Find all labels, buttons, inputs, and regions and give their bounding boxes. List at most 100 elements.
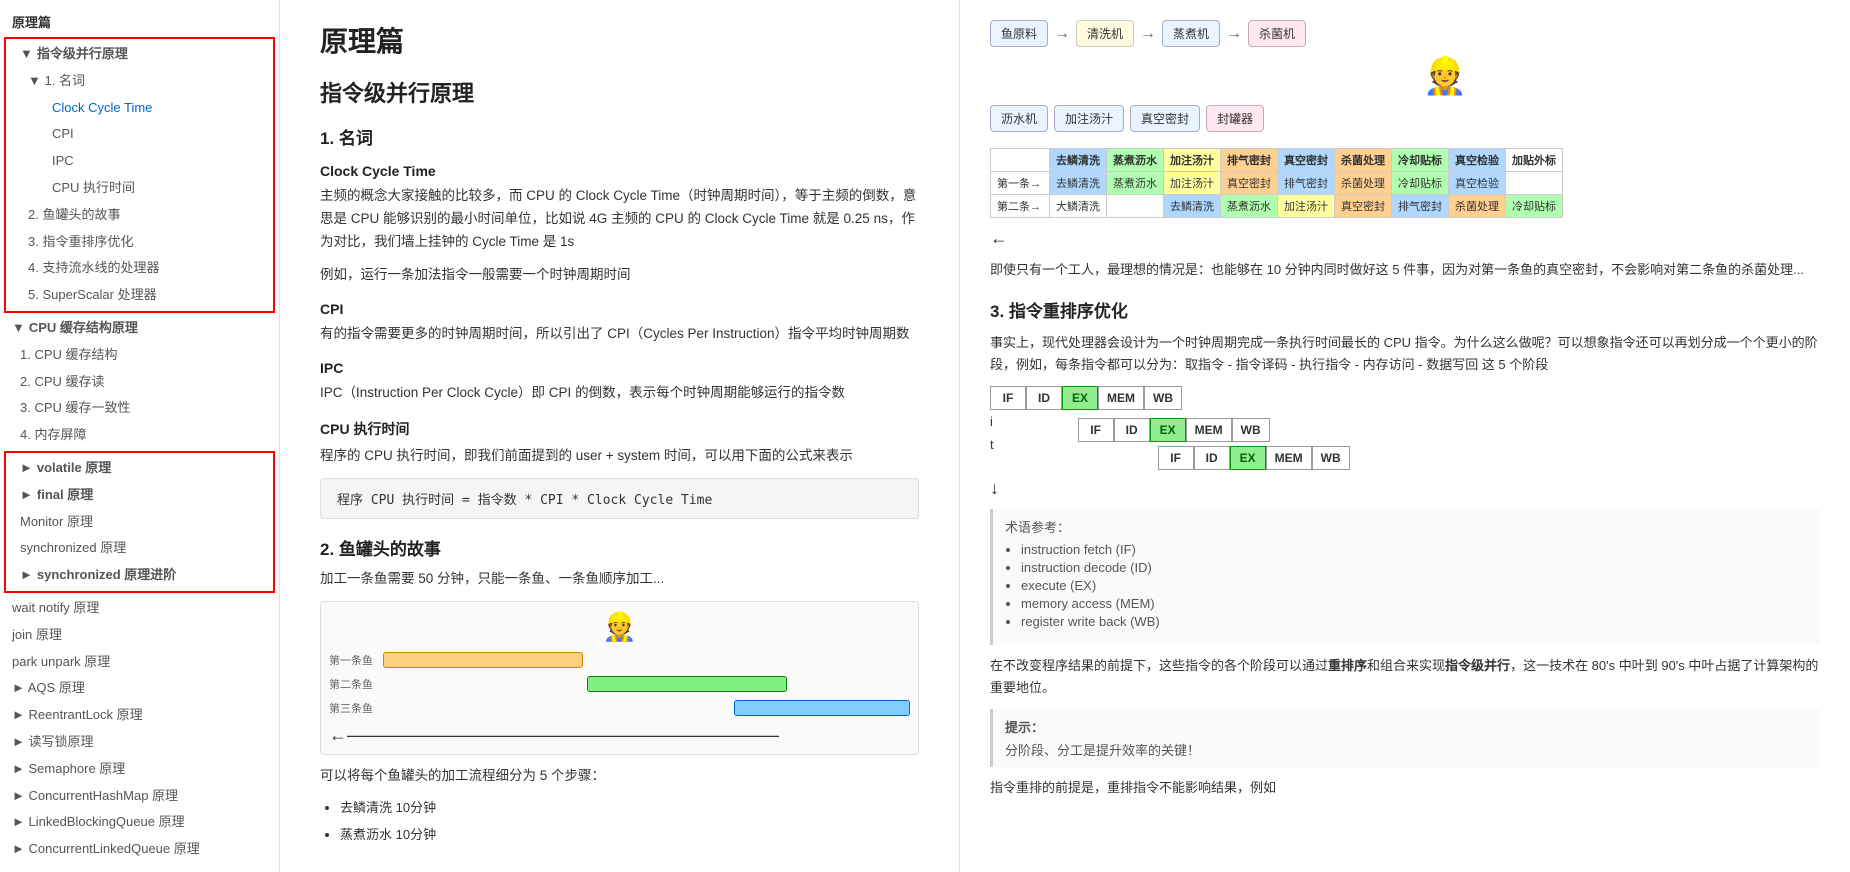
sidebar-item-cache-consistency[interactable]: 3. CPU 缓存一致性 — [8, 395, 279, 422]
r1c2: 蒸煮沥水 — [1107, 172, 1164, 195]
flow-box-5: 沥水机 — [990, 105, 1048, 132]
term4-heading: CPU 执行时间 — [320, 419, 919, 439]
bar2 — [587, 676, 787, 692]
hint-desc: 分阶段、分工是提升效率的关键！ — [1005, 740, 1808, 759]
bold-parallel: 指令级并行 — [1445, 658, 1510, 673]
r2c2: 去鳞清洗 — [1164, 195, 1221, 218]
r1c5: 排气密封 — [1278, 172, 1335, 195]
sidebar-item-superscalar[interactable]: 5. SuperScalar 处理器 — [16, 282, 271, 309]
sidebar-item-linked-blocking[interactable]: ► LinkedBlockingQueue 原理 — [0, 809, 279, 836]
fish-steps-list: 去鳞清洗 10分钟 蒸煮沥水 10分钟 — [340, 797, 919, 845]
sidebar-item-ipc[interactable]: IPC — [40, 148, 271, 175]
sub1-title: 1. 名词 — [320, 124, 919, 149]
terms-ref-box: 术语参考： instruction fetch (IF) instruction… — [990, 509, 1820, 645]
r1c4: 真空密封 — [1221, 172, 1278, 195]
gantt-row-3: 第三条鱼 — [329, 697, 910, 719]
cpu-time-label: CPU 执行时间 — [52, 180, 135, 195]
chm-arrow: ► — [12, 788, 28, 803]
worker-icon: 👷 — [329, 610, 910, 643]
term-ref-if: instruction fetch (IF) — [1021, 542, 1808, 557]
right-panel: 鱼原料 → 清洗机 → 蒸煮机 → 杀菌机 👷 沥水机 加注汤汁 真空密封 封罐… — [960, 0, 1850, 872]
sidebar-item-cache-struct[interactable]: 1. CPU 缓存结构 — [8, 342, 279, 369]
expand-icon-1: ▼ — [20, 44, 33, 65]
sidebar-item-concurrent-hashmap[interactable]: ► ConcurrentHashMap 原理 — [0, 783, 279, 810]
sidebar-item-volatile[interactable]: ► volatile 原理 — [8, 455, 271, 482]
sidebar-item-semaphore[interactable]: ► Semaphore 原理 — [0, 756, 279, 783]
sidebar-item-readwrite[interactable]: ► 读写锁原理 — [0, 729, 279, 756]
col-qingxi: 去鳞清洗 — [1050, 149, 1107, 172]
hint-box: 提示： 分阶段、分工是提升效率的关键！ — [990, 709, 1820, 767]
sidebar-item-clock-cycle[interactable]: Clock Cycle Time — [40, 95, 271, 122]
stage-id-2: ID — [1114, 418, 1150, 442]
bar3-label: 第三条鱼 — [329, 700, 373, 716]
sidebar-item-reentrant[interactable]: ► ReentrantLock 原理 — [0, 702, 279, 729]
sidebar-item-join[interactable]: join 原理 — [0, 622, 279, 649]
sidebar-item-pipeline-proc[interactable]: 4. 支持流水线的处理器 — [16, 255, 271, 282]
sidebar-item-wait-notify[interactable]: wait notify 原理 — [0, 595, 279, 622]
col-lenggue: 冷却贴标 — [1392, 149, 1449, 172]
sidebar-item-synchronized[interactable]: synchronized 原理 — [8, 535, 271, 562]
label-i: i — [990, 414, 994, 429]
sidebar-item-final[interactable]: ► final 原理 — [8, 482, 271, 509]
arrow1: → — [1054, 25, 1070, 43]
sidebar-item-cpu-time[interactable]: CPU 执行时间 — [40, 175, 271, 202]
top-flow-diagram: 鱼原料 → 清洗机 → 蒸煮机 → 杀菌机 👷 沥水机 加注汤汁 真空密封 封罐… — [990, 20, 1820, 132]
table-corner — [991, 149, 1050, 172]
term2-heading: CPI — [320, 301, 919, 317]
sidebar-item-cache-read[interactable]: 2. CPU 缓存读 — [8, 369, 279, 396]
lbq-arrow: ► — [12, 814, 28, 829]
table-row-r2: 第二条→ 大鳞清洗 去鳞清洗 蒸煮沥水 加注汤汁 真空密封 排气密封 杀菌处理 … — [991, 195, 1563, 218]
flow-box-1: 鱼原料 — [990, 20, 1048, 47]
sidebar-item-aqs[interactable]: ► AQS 原理 — [0, 675, 279, 702]
term3-desc: IPC（Instruction Per Clock Cycle）即 CPI 的倒… — [320, 382, 919, 405]
r2c8: 冷却贴标 — [1506, 195, 1563, 218]
sidebar-item-concurrent-linked[interactable]: ► ConcurrentLinkedQueue 原理 — [0, 836, 279, 863]
clq-arrow: ► — [12, 841, 28, 856]
expand-icon-sync-adv: ► — [20, 565, 33, 586]
sidebar-top-header[interactable]: 原理篇 — [0, 8, 279, 35]
r2c7: 杀菌处理 — [1449, 195, 1506, 218]
sidebar-item-fish[interactable]: 2. 鱼罐头的故事 — [16, 202, 271, 229]
r1c1: 去鳞清洗 — [1050, 172, 1107, 195]
stage-if-2: IF — [1078, 418, 1114, 442]
r2c4: 加注汤汁 — [1278, 195, 1335, 218]
fish-desc: 加工一条鱼需要 50 分钟，只能一条鱼、一条鱼顺序加工... — [320, 568, 919, 591]
sidebar-item-cpu-cache[interactable]: ▼ CPU 缓存结构原理 — [0, 315, 279, 342]
row1-label: 第一条→ — [991, 172, 1050, 195]
term-ref-ex: execute (EX) — [1021, 578, 1808, 593]
fish-gantt-diagram: 👷 第一条鱼 第二条鱼 第三条鱼 ←——————————————————————… — [320, 601, 919, 755]
pipeline-row-3: IF ID EX MEM WB — [1158, 446, 1350, 470]
r1c7: 冷却贴标 — [1392, 172, 1449, 195]
sidebar-item-terms[interactable]: ▼ 1. 名词 — [16, 68, 271, 95]
readwrite-arrow: ► — [12, 734, 28, 749]
col-jiazhu: 加注汤汁 — [1164, 149, 1221, 172]
r2c5: 真空密封 — [1335, 195, 1392, 218]
flow-box-3: 蒸煮机 — [1162, 20, 1220, 47]
instruction-parallel-group: ▼ 1. 名词 Clock Cycle Time CPI IPC CPU 执行时… — [8, 68, 271, 309]
flow-box-8: 封罐器 — [1206, 105, 1264, 132]
cpi-label: CPI — [52, 126, 74, 141]
section1-title: 指令级并行原理 — [320, 76, 919, 108]
gantt-row-2: 第二条鱼 — [329, 673, 910, 695]
terms-ref-list: instruction fetch (IF) instruction decod… — [1021, 542, 1808, 629]
page-title: 原理篇 — [320, 20, 919, 60]
label-t: t — [990, 437, 994, 452]
gantt-row-1: 第一条鱼 — [329, 649, 910, 671]
stage-if-1: IF — [990, 386, 1026, 410]
sidebar-item-park-unpark[interactable]: park unpark 原理 — [0, 649, 279, 676]
pipeline-gantt-table: 去鳞清洗 蒸煮沥水 加注汤汁 排气密封 真空密封 杀菌处理 冷却贴标 真空检验 … — [990, 148, 1563, 218]
bar2-label: 第二条鱼 — [329, 676, 379, 692]
sidebar-item-reorder[interactable]: 3. 指令重排序优化 — [16, 229, 271, 256]
sidebar-item-instruction-parallel[interactable]: ▼ 指令级并行原理 — [8, 41, 271, 68]
stage-if-3: IF — [1158, 446, 1194, 470]
sidebar-item-synchronized-advanced[interactable]: ► synchronized 原理进阶 — [8, 562, 271, 589]
sidebar-item-cpi[interactable]: CPI — [40, 121, 271, 148]
r2c3: 蒸煮沥水 — [1221, 195, 1278, 218]
sidebar-item-memory-barrier[interactable]: 4. 内存屏障 — [8, 422, 279, 449]
r2c6: 排气密封 — [1392, 195, 1449, 218]
sidebar-item-monitor[interactable]: Monitor 原理 — [8, 509, 271, 536]
term1-example: 例如，运行一条加法指令一般需要一个时钟周期时间 — [320, 264, 919, 287]
section3-desc: 事实上，现代处理器会设计为一个时钟周期完成一条执行时间最长的 CPU 指令。为什… — [990, 332, 1820, 376]
term1-desc: 主频的概念大家接触的比较多，而 CPU 的 Clock Cycle Time（时… — [320, 185, 919, 254]
r1c3: 加注汤汁 — [1164, 172, 1221, 195]
